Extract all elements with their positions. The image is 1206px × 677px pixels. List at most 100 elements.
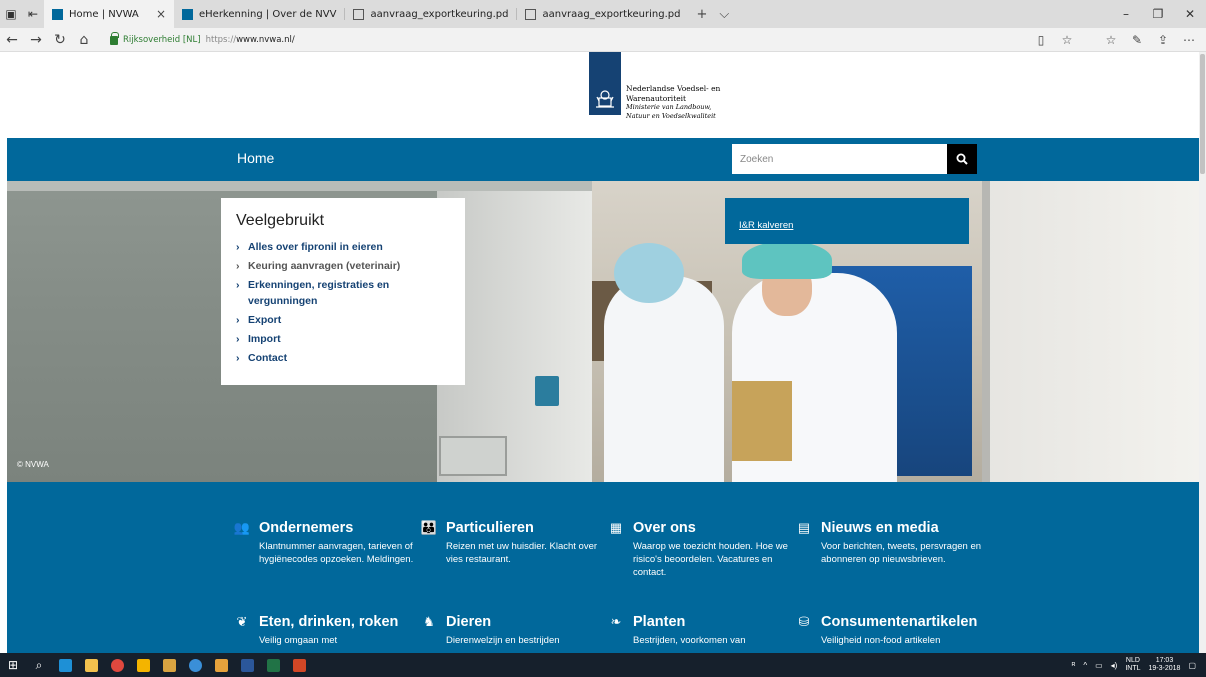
clock[interactable]: 17:03 19-3-2018 <box>1149 657 1181 673</box>
tab-title: eHerkenning | Over de NVV <box>199 8 337 20</box>
pen-icon[interactable]: ✎ <box>1126 33 1148 47</box>
tab-pdf-1[interactable]: aanvraag_exportkeuring.pd <box>345 0 516 28</box>
chevron-up-icon[interactable]: ^ <box>1083 661 1087 670</box>
refresh-icon[interactable]: ↻ <box>48 32 72 48</box>
pdf-icon <box>525 8 537 20</box>
chevron-right-icon: › <box>236 260 240 272</box>
more-icon[interactable]: ⋯ <box>1178 33 1200 47</box>
folder-icon[interactable] <box>156 653 182 677</box>
link-label: Erkenningen, registraties en vergunninge… <box>248 279 390 307</box>
search-button[interactable] <box>947 144 977 174</box>
tab-preview-icon[interactable]: ▣ <box>0 0 22 28</box>
word-icon[interactable] <box>234 653 260 677</box>
logo-text: Nederlandse Voedsel- en Warenautoriteit … <box>626 84 720 120</box>
logo-bar <box>589 52 621 115</box>
veelgebruikt-link[interactable]: › Alles over fipronil in eieren <box>236 239 450 255</box>
browser-tab-bar: ▣ ⇤ Home | NVWA × eHerkenning | Over de … <box>0 0 1206 28</box>
veelgebruikt-link[interactable]: › Contact <box>236 350 450 366</box>
category-over-ons[interactable]: ▦ Over ons Waarop we toezicht houden. Hoe… <box>607 520 797 579</box>
veelgebruikt-title: Veelgebruikt <box>236 212 325 229</box>
back-icon[interactable]: ← <box>0 32 24 48</box>
main-nav: Home <box>7 138 1199 181</box>
tab-title: aanvraag_exportkeuring.pd <box>370 8 509 20</box>
org-name-line2: Warenautoriteit <box>626 93 687 103</box>
nav-home-link[interactable]: Home <box>237 150 274 166</box>
favorite-star-icon[interactable]: ☆ <box>1056 33 1078 47</box>
system-tray: ᴿ ^ ▭ ◂) NLD INTL 17:03 19-3-2018 ▢ <box>1072 657 1206 673</box>
close-tab-icon[interactable]: × <box>156 7 166 21</box>
link-label: Keuring aanvragen (veterinair) <box>248 260 401 272</box>
edge-icon[interactable] <box>52 653 78 677</box>
reading-view-icon[interactable]: ▯ <box>1030 33 1052 47</box>
forward-icon[interactable]: → <box>24 32 48 48</box>
category-desc: Veilig omgaan met <box>259 635 338 646</box>
url-field[interactable]: Rijksoverheid [NL] https://www.nvwa.nl/ <box>110 32 295 45</box>
building-icon: ▦ <box>609 520 623 535</box>
category-eten-drinken-roken[interactable]: ❦ Eten, drinken, roken Veilig omgaan met <box>233 614 423 647</box>
link-label: Alles over fipronil in eieren <box>248 241 383 253</box>
share-icon[interactable]: ⇪ <box>1152 33 1174 47</box>
category-desc: Bestrijden, voorkomen van <box>633 635 746 646</box>
home-icon[interactable]: ⌂ <box>72 32 96 48</box>
category-desc: Waarop we toezicht houden. Hoe we risico… <box>633 541 788 578</box>
new-tab-icon[interactable]: + <box>696 7 707 22</box>
chevron-right-icon: › <box>236 314 240 326</box>
close-window-icon[interactable]: ✕ <box>1174 0 1206 28</box>
category-planten[interactable]: ❧ Planten Bestrijden, voorkomen van <box>607 614 797 647</box>
tab-title: Home | NVWA <box>69 8 139 20</box>
nvwa-favicon-icon <box>182 8 193 20</box>
products-icon: ⛁ <box>798 614 810 629</box>
tab-pdf-2[interactable]: aanvraag_exportkeuring.pd <box>517 0 688 28</box>
tab-home-nvwa[interactable]: Home | NVWA × <box>44 0 174 28</box>
search-input[interactable] <box>732 144 947 174</box>
people-icon[interactable]: ᴿ <box>1072 661 1076 670</box>
category-dieren[interactable]: ♞ Dieren Dierenwelzijn en bestrijden <box>420 614 610 647</box>
category-desc: Reizen met uw huisdier. Klacht over vies… <box>446 541 598 565</box>
category-title: Nieuws en media <box>821 520 939 536</box>
category-nieuws-en-media[interactable]: ▤ Nieuws en media Voor berichten, tweets,… <box>795 520 985 566</box>
chevron-right-icon: › <box>236 333 240 345</box>
ir-kalveren-link[interactable]: I&R kalveren <box>739 220 793 231</box>
url-host: www.nvwa.nl/ <box>236 34 295 45</box>
tab-eherkenning[interactable]: eHerkenning | Over de NVV <box>174 0 344 28</box>
start-icon[interactable]: ⊞ <box>0 653 26 677</box>
page-scrollbar[interactable] <box>1199 52 1206 653</box>
category-title: Dieren <box>446 614 492 630</box>
internet-explorer-icon[interactable] <box>182 653 208 677</box>
app-icon[interactable] <box>208 653 234 677</box>
veelgebruikt-link[interactable]: › Export <box>236 312 450 328</box>
nvwa-logo[interactable]: Nederlandse Voedsel- en Warenautoriteit … <box>589 52 720 120</box>
store-icon[interactable] <box>130 653 156 677</box>
category-consumentenartikelen[interactable]: ⛁ Consumentenartikelen Veiligheid non-foo… <box>795 614 1025 647</box>
veelgebruikt-link[interactable]: › Erkenningen, registraties en vergunning… <box>236 277 450 309</box>
veelgebruikt-panel: Veelgebruikt › Alles over fipronil in eie… <box>221 198 465 385</box>
link-label: Import <box>248 333 281 345</box>
chevron-down-icon[interactable]: ⌵ <box>719 7 729 22</box>
people-icon: 👥 <box>233 520 251 535</box>
ministry-line1: Ministerie van Landbouw, <box>626 103 712 111</box>
restore-icon[interactable]: ❐ <box>1142 0 1174 28</box>
favorites-hub-icon[interactable]: ☆ <box>1100 33 1122 47</box>
volume-icon[interactable]: ◂) <box>1111 661 1118 670</box>
powerpoint-icon[interactable] <box>286 653 312 677</box>
language-indicator[interactable]: NLD INTL <box>1125 657 1140 673</box>
scrollbar-thumb[interactable] <box>1200 54 1205 174</box>
chrome-icon[interactable] <box>104 653 130 677</box>
url-protocol: https:// <box>205 34 237 45</box>
notification-icon[interactable]: ▢ <box>1188 661 1196 670</box>
category-particulieren[interactable]: 👪 Particulieren Reizen met uw huisdier. K… <box>420 520 610 566</box>
set-aside-tabs-icon[interactable]: ⇤ <box>22 0 44 28</box>
category-title: Ondernemers <box>259 520 354 536</box>
link-label: Contact <box>248 352 288 364</box>
excel-icon[interactable] <box>260 653 286 677</box>
file-explorer-icon[interactable] <box>78 653 104 677</box>
veelgebruikt-link[interactable]: › Keuring aanvragen (veterinair) <box>236 258 450 274</box>
ministry-line2: Natuur en Voedselkwaliteit <box>626 111 716 120</box>
network-icon[interactable]: ▭ <box>1095 661 1103 670</box>
search-icon[interactable]: ⌕ <box>26 653 52 677</box>
veelgebruikt-link[interactable]: › Import <box>236 331 450 347</box>
category-ondernemers[interactable]: 👥 Ondernemers Klantnummer aanvragen, tari… <box>233 520 423 566</box>
org-name-line1: Nederlandse Voedsel- en <box>626 84 721 93</box>
page-header: Nederlandse Voedsel- en Warenautoriteit … <box>0 52 1196 138</box>
minimize-icon[interactable]: – <box>1110 0 1142 28</box>
